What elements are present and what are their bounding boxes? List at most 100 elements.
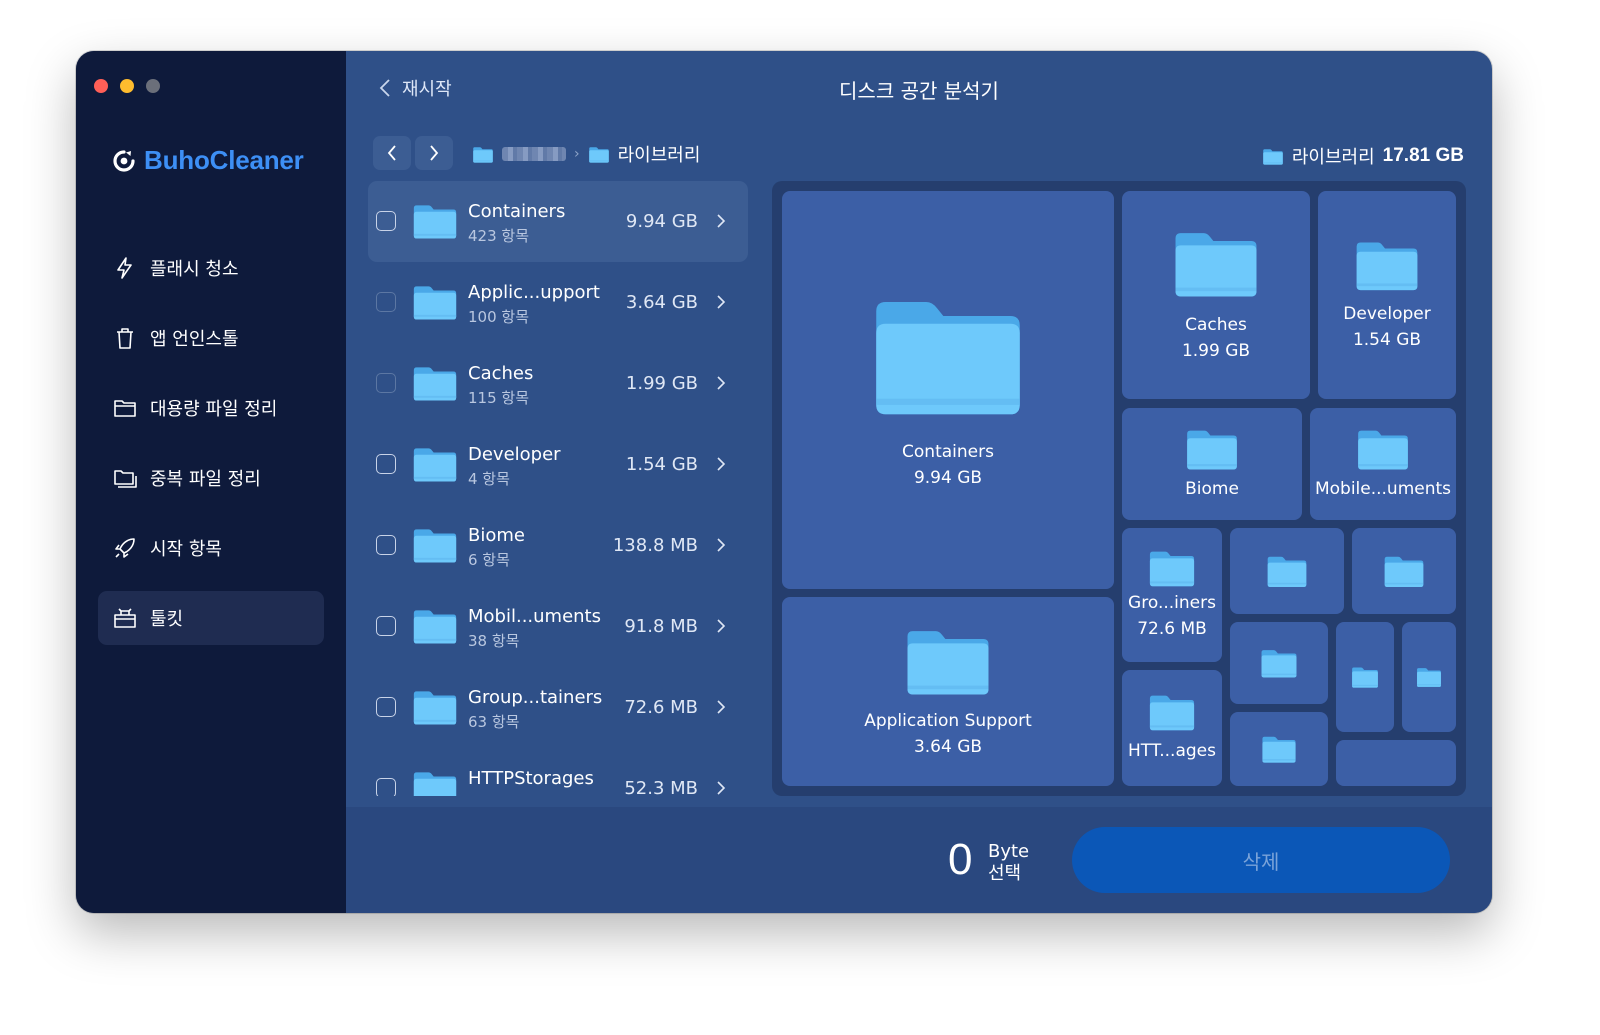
- chevron-right-icon[interactable]: [716, 699, 726, 715]
- treemap-tile[interactable]: [1402, 622, 1456, 732]
- tile-size: 9.94 GB: [913, 468, 983, 488]
- folder-icon: [1356, 426, 1410, 472]
- folder-icon: [1260, 647, 1298, 679]
- row-count: 63 항목: [468, 713, 520, 731]
- row-checkbox[interactable]: [376, 778, 396, 796]
- close-window-button[interactable]: [94, 79, 108, 93]
- row-size: 3.64 GB: [625, 292, 698, 313]
- page-title: 디스크 공간 분석기: [839, 79, 999, 103]
- list-item[interactable]: Developer 4 항목 1.54 GB: [368, 424, 748, 505]
- treemap-tile[interactable]: [1230, 712, 1328, 786]
- chevron-right-icon[interactable]: [716, 780, 726, 796]
- row-checkbox[interactable]: [376, 292, 396, 312]
- home-folder-icon[interactable]: [472, 146, 494, 163]
- minimize-window-button[interactable]: [120, 79, 134, 93]
- list-item[interactable]: Mobil...uments 38 항목 91.8 MB: [368, 586, 748, 667]
- tile-name: Mobile...uments: [1314, 479, 1452, 499]
- row-name: Biome: [468, 525, 525, 546]
- buho-logo-icon: [113, 149, 135, 172]
- folder-icon: [412, 202, 458, 240]
- treemap-tile[interactable]: [1336, 622, 1394, 732]
- treemap-tile[interactable]: [1352, 528, 1456, 614]
- row-count: 115 항목: [468, 389, 529, 407]
- folder-icon: [412, 526, 458, 564]
- folder-list: Containers 423 항목 9.94 GB Applic...uppor…: [368, 181, 748, 796]
- row-checkbox[interactable]: [376, 373, 396, 393]
- duplicate-folder-icon: [114, 470, 137, 488]
- app-window: BuhoCleaner 플래시 청소 앱 언인스톨 대용량 파일 정리 중복 파…: [76, 51, 1492, 913]
- treemap-tile-application-support[interactable]: Application Support 3.64 GB: [782, 597, 1114, 786]
- delete-button[interactable]: 삭제: [1072, 827, 1450, 893]
- folder-icon: [1148, 692, 1196, 732]
- sidebar-item-toolkit[interactable]: 툴킷: [98, 591, 324, 645]
- sidebar-item-large-files[interactable]: 대용량 파일 정리: [98, 381, 324, 435]
- folder-icon: [1383, 554, 1425, 588]
- chevron-left-icon: [379, 79, 390, 97]
- treemap-tile[interactable]: [1230, 622, 1328, 704]
- treemap-tile-mobile-documents[interactable]: Mobile...uments: [1310, 408, 1456, 520]
- chevron-right-icon[interactable]: [716, 618, 726, 634]
- tile-size: 3.64 GB: [913, 736, 983, 757]
- chevron-right-icon[interactable]: [716, 213, 726, 229]
- redacted-user-name[interactable]: [502, 147, 566, 161]
- lightning-icon: [117, 257, 132, 279]
- row-checkbox[interactable]: [376, 211, 396, 231]
- row-name: Mobil...uments: [468, 606, 601, 627]
- folder-icon: [412, 445, 458, 483]
- row-checkbox[interactable]: [376, 535, 396, 555]
- treemap-tile-caches[interactable]: Caches 1.99 GB: [1122, 191, 1310, 399]
- sidebar-item-app-uninstall[interactable]: 앱 언인스톨: [98, 311, 324, 365]
- row-size: 138.8 MB: [612, 535, 698, 556]
- selected-size-label: Byte 선택: [988, 841, 1029, 885]
- list-item[interactable]: HTTPStorages 52.3 MB: [368, 748, 748, 796]
- trash-icon: [117, 328, 133, 349]
- app-name: BuhoCleaner: [144, 145, 304, 175]
- list-item[interactable]: Containers 423 항목 9.94 GB: [368, 181, 748, 262]
- folder-icon: [904, 624, 992, 698]
- row-name: Applic...upport: [468, 282, 600, 303]
- sidebar: BuhoCleaner 플래시 청소 앱 언인스톨 대용량 파일 정리 중복 파…: [76, 51, 346, 913]
- list-item[interactable]: Biome 6 항목 138.8 MB: [368, 505, 748, 586]
- chevron-right-icon[interactable]: [716, 375, 726, 391]
- list-item[interactable]: Caches 115 항목 1.99 GB: [368, 343, 748, 424]
- tile-size: 1.54 GB: [1352, 330, 1422, 350]
- selected-label: 선택: [988, 863, 1022, 884]
- treemap-tile-biome[interactable]: Biome: [1122, 408, 1302, 520]
- row-checkbox[interactable]: [376, 616, 396, 636]
- tile-name: Gro...iners: [1128, 593, 1216, 613]
- folder-icon: [1261, 734, 1297, 764]
- zoom-window-button[interactable]: [146, 79, 160, 93]
- row-size: 52.3 MB: [624, 778, 698, 796]
- nav-back-button[interactable]: [373, 136, 411, 170]
- breadcrumb-current[interactable]: 라이브러리: [618, 141, 701, 167]
- treemap-tile-group-containers[interactable]: Gro...iners 72.6 MB: [1122, 528, 1222, 662]
- chevron-right-icon[interactable]: [716, 456, 726, 472]
- row-checkbox[interactable]: [376, 454, 396, 474]
- treemap-tile[interactable]: [1230, 528, 1344, 614]
- breadcrumb-separator: ›: [574, 146, 580, 162]
- back-button[interactable]: 재시작: [378, 75, 452, 101]
- list-item[interactable]: Applic...upport 100 항목 3.64 GB: [368, 262, 748, 343]
- nav-forward-button[interactable]: [415, 136, 453, 170]
- row-size: 1.99 GB: [625, 373, 698, 394]
- chevron-right-icon[interactable]: [716, 294, 726, 310]
- chevron-right-icon[interactable]: [716, 537, 726, 553]
- treemap-tile-developer[interactable]: Developer 1.54 GB: [1318, 191, 1456, 399]
- row-count: 100 항목: [468, 308, 529, 326]
- back-label: 재시작: [402, 79, 452, 100]
- row-count: 38 항목: [468, 632, 520, 650]
- list-item[interactable]: Group...tainers 63 항목 72.6 MB: [368, 667, 748, 748]
- tile-size: 72.6 MB: [1137, 619, 1207, 639]
- sidebar-item-duplicate-files[interactable]: 중복 파일 정리: [98, 451, 324, 505]
- treemap-tile-httpstorages[interactable]: HTT...ages: [1122, 670, 1222, 786]
- treemap-tile[interactable]: [1336, 740, 1456, 786]
- toolbox-icon: [114, 608, 136, 628]
- sidebar-item-flash-clean[interactable]: 플래시 청소: [98, 241, 324, 295]
- main-panel: 재시작 디스크 공간 분석기 › 라이브러리 라이브러리 17.81 GB Co…: [346, 51, 1492, 913]
- total-folder-name: 라이브러리: [1291, 147, 1375, 168]
- row-name: Group...tainers: [468, 687, 603, 708]
- sidebar-item-startup-items[interactable]: 시작 항목: [98, 521, 324, 575]
- row-checkbox[interactable]: [376, 697, 396, 717]
- row-name: Containers: [468, 201, 566, 222]
- treemap-tile-containers[interactable]: Containers 9.94 GB: [782, 191, 1114, 589]
